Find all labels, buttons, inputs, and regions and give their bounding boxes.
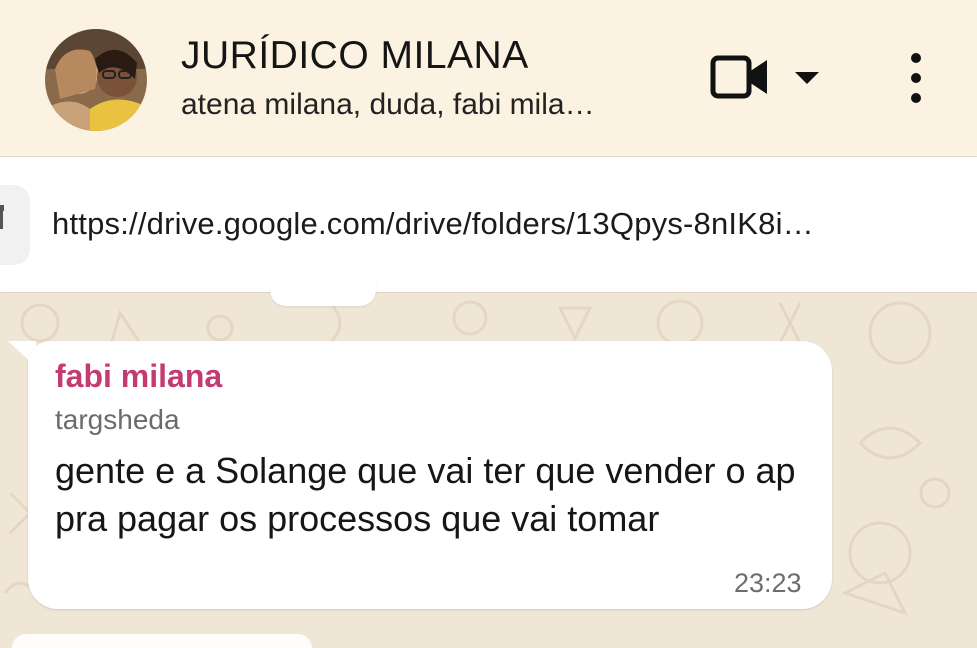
pinned-link-text[interactable]: https://drive.google.com/drive/folders/1… <box>52 206 814 242</box>
sender-note: targsheda <box>55 404 180 435</box>
avatar-image <box>45 29 147 131</box>
group-title[interactable]: JURÍDICO MILANA <box>181 34 529 78</box>
message-sender[interactable]: fabi milana <box>55 358 222 395</box>
next-message-bubble-partial <box>12 634 312 648</box>
more-options-button[interactable] <box>900 52 932 104</box>
pin-icon <box>0 205 8 235</box>
video-call-button[interactable] <box>710 54 770 102</box>
more-vertical-icon <box>911 53 921 103</box>
caret-down-icon <box>795 72 819 84</box>
video-camera-icon <box>710 55 767 99</box>
group-avatar[interactable] <box>45 29 147 131</box>
message-timestamp: 23:23 <box>734 568 802 598</box>
call-options-button[interactable] <box>793 68 821 88</box>
group-members[interactable]: atena milana, duda, fabi mila… <box>181 88 595 122</box>
date-chip-partial <box>270 282 376 306</box>
message-text[interactable]: gente e a Solange que vai ter que vender… <box>55 447 815 543</box>
